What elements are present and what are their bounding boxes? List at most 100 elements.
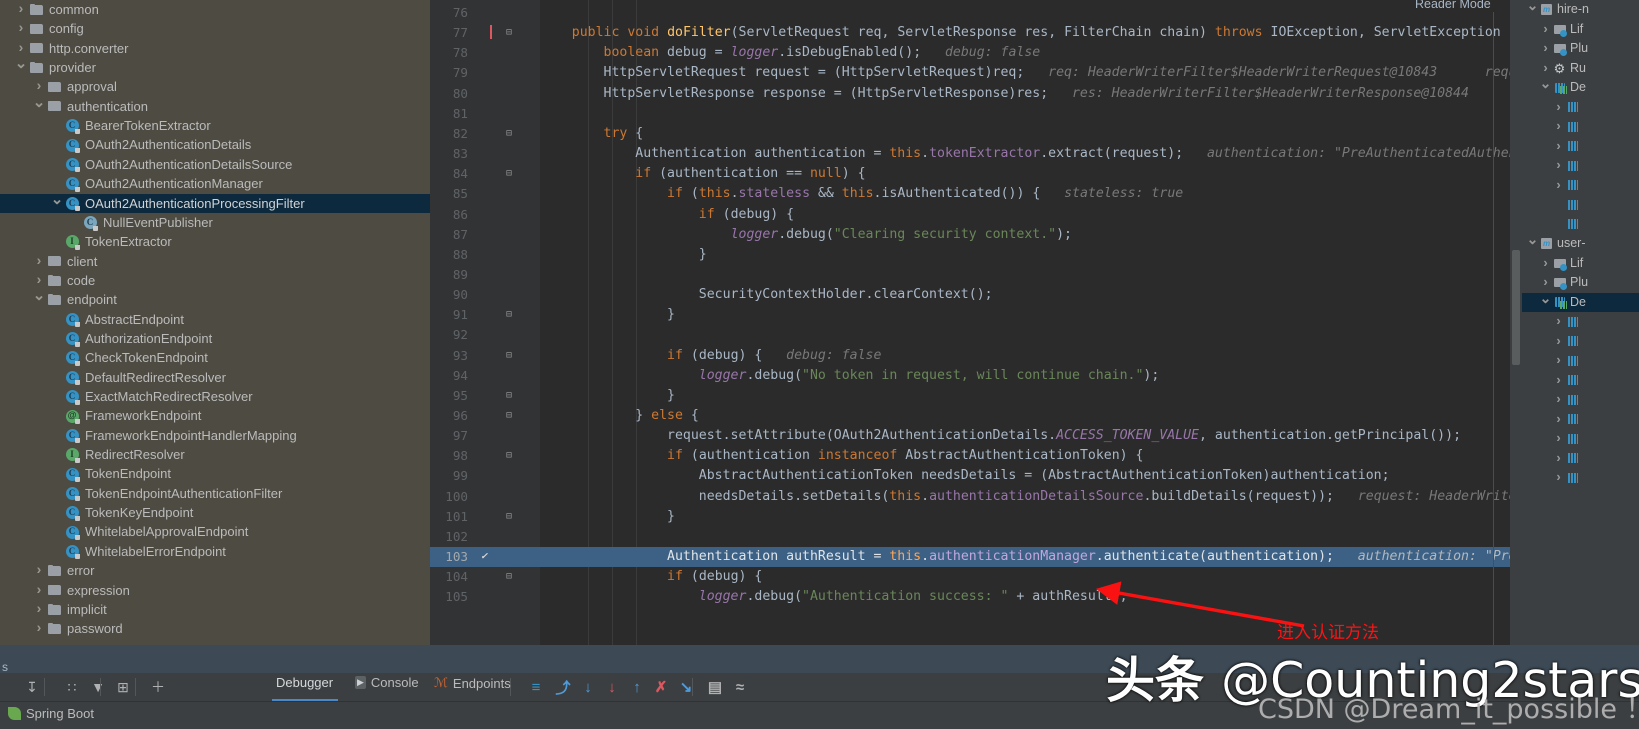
tree-item[interactable]: ExactMatchRedirectResolver — [0, 387, 430, 406]
chevron-right-icon[interactable] — [14, 18, 28, 39]
chevron-right-icon[interactable] — [32, 599, 46, 620]
maven-tree-item[interactable] — [1522, 468, 1639, 488]
settings-grid-icon[interactable]: ∷ — [62, 677, 82, 697]
gutter-breakpoint[interactable] — [478, 547, 494, 567]
maven-tree-item[interactable]: Ru — [1522, 59, 1639, 79]
tree-item[interactable]: implicit — [0, 600, 430, 619]
tree-item[interactable]: http.converter — [0, 39, 430, 58]
chevron-right-icon[interactable] — [1539, 254, 1552, 274]
chevron-down-icon[interactable] — [32, 289, 46, 310]
show-execution-point-icon[interactable]: ≈ — [730, 677, 750, 697]
code-line[interactable]: 104 ⊟ if (debug) { — [430, 567, 1522, 587]
tree-item[interactable]: FrameworkEndpointHandlerMapping — [0, 426, 430, 445]
tree-item[interactable]: WhitelabelErrorEndpoint — [0, 542, 430, 561]
code-line[interactable]: 92 — [430, 325, 1522, 345]
maven-tree-item[interactable] — [1522, 371, 1639, 391]
tab-endpoints[interactable]: ℳ Endpoints — [434, 675, 511, 691]
code-line[interactable]: 79 HttpServletRequest request = (HttpSer… — [430, 63, 1522, 83]
maven-tree-item[interactable] — [1522, 332, 1639, 352]
code-fold-icon[interactable]: ⊟ — [503, 507, 515, 527]
code-line[interactable]: 77 ⊟ public void doFilter(ServletRequest … — [430, 23, 1522, 43]
evaluate-expression-icon[interactable]: ▤ — [705, 677, 725, 697]
code-line[interactable]: 93 ⊟ if (debug) { debug: false — [430, 346, 1522, 366]
code-fold-icon[interactable]: ⊟ — [503, 386, 515, 406]
code-line[interactable]: 86 if (debug) { — [430, 205, 1522, 225]
maven-tree-item[interactable]: Lif — [1522, 254, 1639, 274]
code-fold-icon[interactable]: ⊟ — [503, 567, 515, 587]
tab-console[interactable]: ▶ Console — [355, 675, 419, 690]
tree-item[interactable]: BearerTokenExtractor — [0, 116, 430, 135]
tree-item[interactable]: provider — [0, 58, 430, 77]
step-into-icon[interactable]: ↓ — [578, 677, 598, 697]
chevron-down-icon[interactable] — [1526, 234, 1539, 254]
maven-tree-item[interactable] — [1522, 429, 1639, 449]
drop-frame-icon[interactable]: ✗ — [651, 677, 671, 697]
expand-icon[interactable]: ⊞ — [113, 677, 133, 697]
code-fold-icon[interactable]: ⊟ — [503, 23, 515, 43]
code-line[interactable]: 94 logger.debug("No token in request, wi… — [430, 366, 1522, 386]
code-line[interactable]: 99 AbstractAuthenticationToken needsDeta… — [430, 466, 1522, 486]
chevron-right-icon[interactable] — [1539, 59, 1552, 79]
tree-item[interactable]: expression — [0, 581, 430, 600]
maven-tree-item[interactable] — [1522, 195, 1639, 215]
project-tree-panel[interactable]: common config http.converter provider approv… — [0, 0, 430, 645]
code-line[interactable]: 89 — [430, 265, 1522, 285]
tree-item[interactable]: OAuth2AuthenticationManager — [0, 174, 430, 193]
maven-tree-item[interactable]: Plu — [1522, 39, 1639, 59]
code-line[interactable]: 91 ⊟ } — [430, 305, 1522, 325]
chevron-right-icon[interactable] — [1552, 449, 1565, 469]
code-line[interactable]: 87 logger.debug("Clearing security conte… — [430, 225, 1522, 245]
chevron-right-icon[interactable] — [1539, 20, 1552, 40]
restore-layout-icon[interactable]: ↧ — [22, 677, 42, 697]
code-line[interactable]: 83 Authentication authentication = this.… — [430, 144, 1522, 164]
chevron-down-icon[interactable] — [1526, 0, 1539, 20]
maven-tree-item[interactable]: Lif — [1522, 20, 1639, 40]
scrollbar-thumb[interactable] — [1512, 250, 1520, 365]
tree-item[interactable]: common — [0, 0, 430, 19]
code-line[interactable]: 82 ⊟ try { — [430, 124, 1522, 144]
chevron-right-icon[interactable] — [32, 618, 46, 639]
chevron-right-icon[interactable] — [14, 0, 28, 20]
chevron-right-icon[interactable] — [1552, 156, 1565, 176]
maven-tree-item[interactable] — [1522, 390, 1639, 410]
code-line[interactable]: 101 ⊟ } — [430, 507, 1522, 527]
tree-item[interactable]: NullEventPublisher — [0, 213, 430, 232]
chevron-down-icon[interactable] — [32, 96, 46, 117]
force-step-into-icon[interactable]: ↓ — [602, 677, 622, 697]
gutter-run-marker[interactable] — [478, 23, 494, 43]
code-line[interactable]: 96 ⊟ } else { — [430, 406, 1522, 426]
code-line[interactable]: 98 ⊟ if (authentication instanceof Abstra… — [430, 446, 1522, 466]
editor-scrollbar[interactable] — [1510, 0, 1522, 645]
run-to-cursor-icon[interactable]: ↘ — [676, 677, 696, 697]
tree-item[interactable]: DefaultRedirectResolver — [0, 368, 430, 387]
code-fold-icon[interactable]: ⊟ — [503, 406, 515, 426]
maven-tree-item[interactable]: De — [1522, 292, 1639, 312]
chevron-right-icon[interactable] — [1552, 312, 1565, 332]
chevron-right-icon[interactable] — [1552, 117, 1565, 137]
code-line[interactable]: 95 ⊟ } — [430, 386, 1522, 406]
maven-tree-item[interactable]: Plu — [1522, 273, 1639, 293]
filter-icon[interactable]: ▼ — [88, 677, 108, 697]
maven-tree-item[interactable] — [1522, 176, 1639, 196]
spring-boot-node[interactable]: Spring Boot — [8, 706, 94, 721]
code-fold-icon[interactable]: ⊟ — [503, 346, 515, 366]
chevron-right-icon[interactable] — [32, 560, 46, 581]
chevron-right-icon[interactable] — [1552, 429, 1565, 449]
tree-item[interactable]: OAuth2AuthenticationDetails — [0, 135, 430, 154]
tree-item[interactable]: RedirectResolver — [0, 445, 430, 464]
tree-item[interactable]: code — [0, 271, 430, 290]
chevron-right-icon[interactable] — [1539, 39, 1552, 59]
maven-tree-item[interactable] — [1522, 410, 1639, 430]
code-line[interactable]: 103 Authentication authResult = this.aut… — [430, 547, 1522, 568]
code-fold-icon[interactable]: ⊟ — [503, 164, 515, 184]
tree-item[interactable]: WhitelabelApprovalEndpoint — [0, 522, 430, 541]
maven-tree-item[interactable] — [1522, 117, 1639, 137]
chevron-down-icon[interactable] — [50, 193, 64, 214]
code-editor[interactable]: 76 77 ⊟ public void doFilter(ServletReques… — [430, 0, 1522, 645]
tree-item[interactable]: endpoint — [0, 290, 430, 309]
maven-tree-item[interactable] — [1522, 156, 1639, 176]
tree-item[interactable]: config — [0, 19, 430, 38]
chevron-right-icon[interactable] — [1552, 137, 1565, 157]
code-line[interactable]: 100 needsDetails.setDetails(this.authent… — [430, 487, 1522, 507]
maven-tree-item[interactable]: user- — [1522, 234, 1639, 254]
